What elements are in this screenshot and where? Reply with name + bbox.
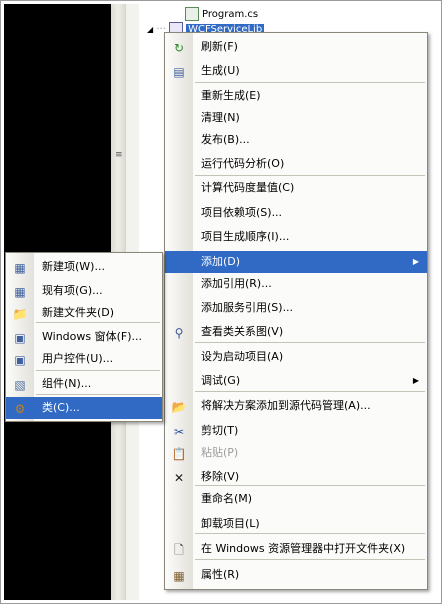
menu-item-label: 类(C)... <box>42 401 80 414</box>
context-menu-item-3[interactable]: 清理(N) <box>165 107 427 129</box>
menu-item-label: 查看类关系图(V) <box>201 325 284 338</box>
existing-item-icon: ▦ <box>14 285 26 299</box>
context-menu-item-10[interactable]: 添加引用(R)... <box>165 273 427 295</box>
context-menu-item-16[interactable]: ✂ 剪切(T) <box>165 420 427 442</box>
menu-item-label: 粘贴(P) <box>201 446 239 459</box>
splitter-grip-icon[interactable]: ≡ <box>115 150 123 160</box>
menu-item-label: 计算代码度量值(C) <box>201 181 295 194</box>
menu-item-label: 生成(U) <box>201 64 240 77</box>
menu-item-label: 添加服务引用(S)... <box>201 301 294 314</box>
context-menu-item-17[interactable]: 📋 粘贴(P) <box>165 442 427 464</box>
menu-item-label: 新建项(W)... <box>42 260 105 273</box>
menu-item-label: 卸载项目(L) <box>201 517 260 530</box>
menu-separator <box>36 370 160 371</box>
menu-item-label: 在 Windows 资源管理器中打开文件夹(X) <box>201 542 406 555</box>
component-icon: ▧ <box>14 378 26 392</box>
context-menu-item-15[interactable]: 📂 将解决方案添加到源代码管理(A)... <box>165 395 427 417</box>
add-submenu-item-6[interactable]: ⚙ 类(C)... <box>6 397 162 419</box>
menu-separator <box>195 533 425 534</box>
add-submenu-item-4[interactable]: ▣ 用户控件(U)... <box>6 348 162 370</box>
context-menu-item-9[interactable]: 添加(D) ▶ <box>165 251 427 273</box>
properties-icon: ▦ <box>173 569 185 583</box>
add-to-source-control-icon: 📂 <box>171 400 187 414</box>
menu-item-label: 剪切(T) <box>201 424 239 437</box>
submenu-arrow-icon: ▶ <box>412 376 419 385</box>
menu-separator <box>195 175 425 176</box>
context-menu-item-1[interactable]: ▤ 生成(U) <box>165 60 427 82</box>
menu-item-label: 用户控件(U)... <box>42 352 114 365</box>
menu-item-label: 添加(D) <box>201 255 241 268</box>
context-menu-item-5[interactable]: 运行代码分析(O) <box>165 153 427 175</box>
project-context-menu: ↻ 刷新(F) ▤ 生成(U) 重新生成(E) 清理(N) 发布(B)... 运行代码分析(O… <box>164 32 428 590</box>
user-control-icon: ▣ <box>14 353 26 367</box>
context-menu-item-14[interactable]: 调试(G) ▶ <box>165 370 427 392</box>
menu-separator <box>36 394 160 395</box>
menu-separator <box>36 322 160 323</box>
menu-item-label: 发布(B)... <box>201 133 250 146</box>
menu-item-label: 添加引用(R)... <box>201 277 272 290</box>
context-menu-item-22[interactable]: ▦ 属性(R) <box>165 564 427 586</box>
menu-separator <box>195 559 425 560</box>
add-submenu-item-5[interactable]: ▧ 组件(N)... <box>6 373 162 395</box>
menu-item-label: 新建文件夹(D) <box>42 306 115 319</box>
menu-item-label: 项目依赖项(S)... <box>201 206 283 219</box>
class-diagram-icon: ⚲ <box>174 326 184 340</box>
menu-separator <box>195 485 425 486</box>
menu-item-label: Windows 窗体(F)... <box>42 330 142 343</box>
context-menu-item-21[interactable]: 🗋 在 Windows 资源管理器中打开文件夹(X) <box>165 538 427 560</box>
menu-item-label: 刷新(F) <box>201 40 238 53</box>
context-menu-item-12[interactable]: ⚲ 查看类关系图(V) <box>165 321 427 343</box>
menu-item-label: 运行代码分析(O) <box>201 157 285 170</box>
context-menu-item-2[interactable]: 重新生成(E) <box>165 85 427 107</box>
context-menu-item-8[interactable]: 项目生成顺序(I)... <box>165 226 427 248</box>
class-icon: ⚙ <box>14 402 26 416</box>
context-menu-item-19[interactable]: 重命名(M) <box>165 488 427 510</box>
menu-item-label: 现有项(G)... <box>42 284 103 297</box>
add-submenu-item-3[interactable]: ▣ Windows 窗体(F)... <box>6 326 162 348</box>
menu-item-label: 清理(N) <box>201 111 240 124</box>
menu-item-label: 将解决方案添加到源代码管理(A)... <box>201 399 371 412</box>
menu-separator <box>195 391 425 392</box>
add-submenu-item-0[interactable]: ▦ 新建项(W)... <box>6 256 162 278</box>
open-folder-icon: 🗋 <box>174 543 184 557</box>
add-submenu: ▦ 新建项(W)... ▦ 现有项(G)... 📁 新建文件夹(D) ▣ Windows 窗体… <box>5 252 163 422</box>
menu-separator <box>195 82 425 83</box>
context-menu-item-7[interactable]: 项目依赖项(S)... <box>165 202 427 224</box>
context-menu-item-6[interactable]: 计算代码度量值(C) <box>165 177 427 199</box>
menu-item-label: 属性(R) <box>201 568 240 581</box>
add-submenu-item-1[interactable]: ▦ 现有项(G)... <box>6 280 162 302</box>
menu-item-label: 组件(N)... <box>42 377 92 390</box>
context-menu-item-0[interactable]: ↻ 刷新(F) <box>165 36 427 58</box>
remove-icon: ✕ <box>173 471 185 485</box>
context-menu-item-13[interactable]: 设为启动项目(A) <box>165 346 427 368</box>
menu-separator <box>195 342 425 343</box>
new-item-icon: ▦ <box>14 261 26 275</box>
paste-icon: 📋 <box>171 447 187 461</box>
tree-item-program-file[interactable]: Program.cs <box>185 7 258 21</box>
submenu-arrow-icon: ▶ <box>412 257 419 266</box>
build-icon: ▤ <box>173 65 185 79</box>
context-menu-item-11[interactable]: 添加服务引用(S)... <box>165 297 427 319</box>
context-menu-item-4[interactable]: 发布(B)... <box>165 129 427 151</box>
menu-item-label: 重新生成(E) <box>201 89 261 102</box>
cut-icon: ✂ <box>173 425 185 439</box>
new-folder-icon: 📁 <box>12 307 28 321</box>
refresh-icon: ↻ <box>173 41 185 55</box>
menu-item-label: 重命名(M) <box>201 492 253 505</box>
context-menu-item-20[interactable]: 卸载项目(L) <box>165 513 427 535</box>
menu-item-label: 移除(V) <box>201 470 240 483</box>
csharp-file-icon <box>185 7 199 21</box>
menu-item-label: 设为启动项目(A) <box>201 350 284 363</box>
menu-item-label: 调试(G) <box>201 374 241 387</box>
add-submenu-item-2[interactable]: 📁 新建文件夹(D) <box>6 302 162 324</box>
expand-toggle-icon[interactable]: ◢ <box>147 25 153 34</box>
menu-item-label: 项目生成顺序(I)... <box>201 230 290 243</box>
windows-form-icon: ▣ <box>14 331 26 345</box>
tree-item-label: Program.cs <box>202 9 259 20</box>
